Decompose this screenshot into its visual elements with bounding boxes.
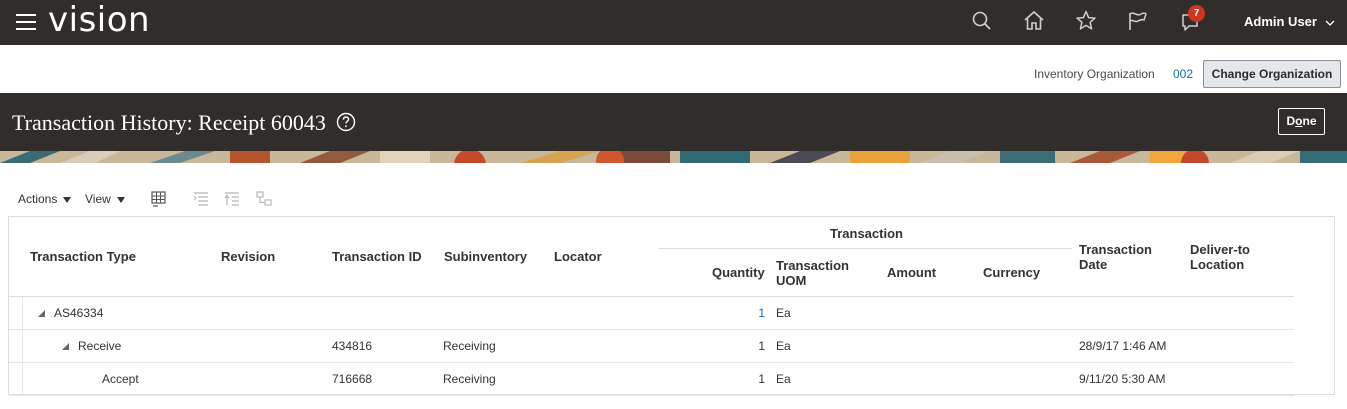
cell-transaction-date: 28/9/17 1:46 AM — [1079, 339, 1167, 353]
column-header-line: Transaction — [1079, 242, 1152, 257]
hierarchy-icon[interactable] — [255, 190, 273, 208]
column-header-transaction-id[interactable]: Transaction ID — [332, 249, 422, 264]
cell-uom: Ea — [776, 306, 791, 320]
column-header-amount[interactable]: Amount — [887, 265, 936, 280]
cell-quantity: 1 — [758, 372, 765, 386]
row-header[interactable] — [9, 363, 23, 395]
column-header-transaction-uom[interactable]: Transaction UOM — [776, 258, 849, 288]
expand-all-icon[interactable] — [192, 190, 210, 208]
freeze-columns-icon[interactable] — [150, 190, 168, 208]
view-menu-label: View — [85, 192, 111, 206]
organization-bar: Inventory Organization 002 Change Organi… — [0, 45, 1347, 93]
table-row[interactable]: Accept 716668 Receiving 1 Ea 9/11/20 5:3… — [9, 363, 1294, 396]
cell-transaction-type: Receive — [78, 339, 122, 353]
column-header-deliver-to-location[interactable]: Deliver-to Location — [1190, 242, 1250, 272]
table-header: Transaction Type Revision Transaction ID… — [9, 217, 1294, 297]
flag-icon[interactable] — [1125, 8, 1151, 34]
cell-quantity-link[interactable]: 1 — [758, 306, 765, 320]
view-menu[interactable]: View — [85, 192, 125, 206]
row-header[interactable] — [9, 297, 23, 329]
column-header-line: UOM — [776, 273, 807, 288]
column-header-revision[interactable]: Revision — [221, 249, 275, 264]
column-header-quantity[interactable]: Quantity — [712, 265, 765, 280]
cell-subinventory: Receiving — [443, 339, 496, 353]
navigator-menu-icon[interactable] — [16, 14, 36, 30]
done-button[interactable]: Done — [1278, 108, 1325, 135]
user-menu[interactable]: Admin User — [1244, 14, 1336, 29]
done-label-part: D — [1286, 114, 1296, 128]
table-row[interactable]: AS46334 1 Ea — [9, 297, 1294, 330]
cell-transaction-date: 9/11/20 5:30 AM — [1079, 372, 1166, 386]
dropdown-arrow-icon — [116, 196, 125, 203]
column-header-transaction-type[interactable]: Transaction Type — [30, 249, 136, 264]
column-header-subinventory[interactable]: Subinventory — [444, 249, 527, 264]
table-row[interactable]: Receive 434816 Receiving 1 Ea 28/9/17 1:… — [9, 330, 1294, 363]
column-header-line: Transaction — [776, 258, 849, 273]
change-organization-button[interactable]: Change Organization — [1203, 60, 1341, 88]
collapse-triangle-icon[interactable] — [62, 343, 69, 350]
column-header-transaction-date[interactable]: Transaction Date — [1079, 242, 1152, 272]
decorative-banner — [0, 151, 1347, 163]
global-header: vision 7 Admin User — [0, 0, 1347, 45]
column-header-line: Location — [1190, 257, 1245, 272]
row-header[interactable] — [9, 330, 23, 362]
cell-subinventory: Receiving — [443, 372, 496, 386]
column-header-currency[interactable]: Currency — [983, 265, 1040, 280]
app-logo[interactable]: vision — [48, 0, 150, 40]
cell-transaction-type: AS46334 — [54, 306, 104, 320]
cell-transaction-id: 434816 — [332, 339, 373, 353]
cell-transaction-id: 716668 — [332, 372, 373, 386]
help-icon[interactable] — [336, 112, 356, 132]
actions-menu-label: Actions — [18, 192, 58, 206]
column-group-divider — [659, 248, 1072, 249]
inventory-organization-label: Inventory Organization — [1034, 67, 1155, 81]
search-icon[interactable] — [969, 8, 995, 34]
collapse-triangle-icon[interactable] — [38, 310, 45, 317]
table-toolbar: Actions View — [0, 185, 600, 213]
dropdown-arrow-icon — [63, 196, 72, 203]
cell-uom: Ea — [776, 339, 791, 353]
column-header-line: Deliver-to — [1190, 242, 1250, 257]
done-label-accesskey: o — [1295, 114, 1303, 128]
column-group-transaction: Transaction — [830, 226, 903, 241]
column-header-line: Date — [1079, 257, 1108, 272]
collapse-all-icon[interactable] — [223, 190, 241, 208]
column-header-locator[interactable]: Locator — [554, 249, 602, 264]
cell-quantity: 1 — [758, 339, 765, 353]
home-icon[interactable] — [1021, 8, 1047, 34]
star-icon[interactable] — [1073, 8, 1099, 34]
page-title: Transaction History: Receipt 60043 — [12, 110, 326, 135]
cell-transaction-type: Accept — [102, 372, 139, 386]
user-name: Admin User — [1244, 14, 1317, 29]
transaction-history-table: Transaction Type Revision Transaction ID… — [8, 216, 1335, 396]
page-header: Transaction History: Receipt 60043 Done — [0, 93, 1347, 151]
actions-menu[interactable]: Actions — [18, 192, 72, 206]
chevron-down-icon — [1324, 17, 1336, 29]
notification-count-badge[interactable]: 7 — [1188, 5, 1205, 22]
cell-uom: Ea — [776, 372, 791, 386]
inventory-organization-value[interactable]: 002 — [1173, 67, 1193, 81]
done-label-part: ne — [1302, 114, 1317, 128]
